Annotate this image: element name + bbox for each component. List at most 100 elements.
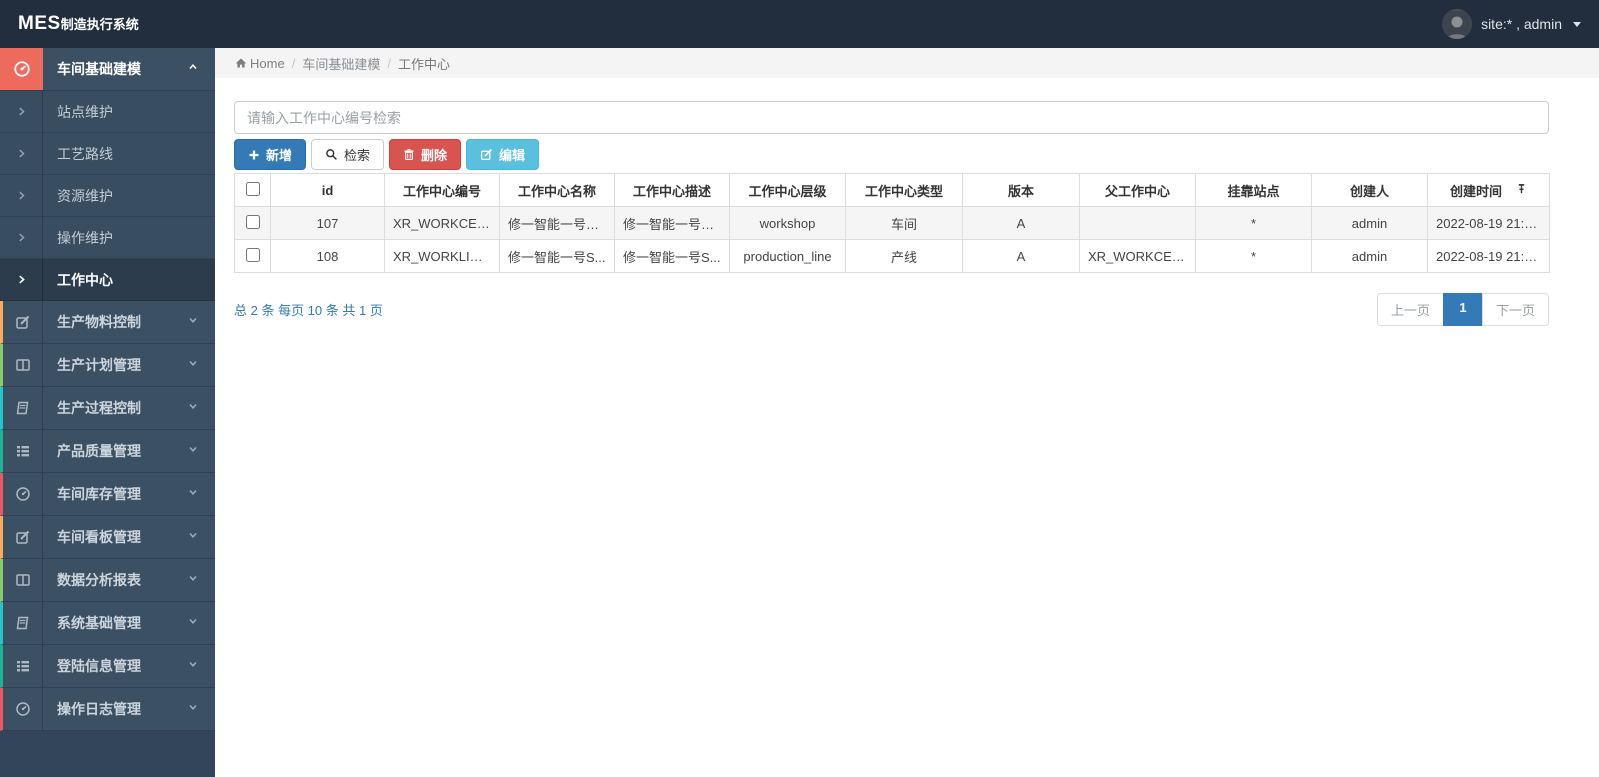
cell-parent: XR_WORKCEN... (1079, 239, 1196, 273)
plus-icon (249, 150, 259, 159)
chevron-down-icon (187, 442, 199, 460)
table-footer: 总 2 条 每页 10 条 共 1 页 上一页 1 下一页 (234, 293, 1549, 326)
sidebar-group-data-reports[interactable]: 数据分析报表 (0, 559, 215, 602)
row-checkbox[interactable] (245, 214, 260, 229)
chevron-down-icon (187, 614, 199, 632)
sidebar-group-quality-management[interactable]: 产品质量管理 (0, 430, 215, 473)
cell-created: 2022-08-19 21:1... (1427, 206, 1550, 240)
sidebar-group-inventory-management[interactable]: 车间库存管理 (0, 473, 215, 516)
sidebar-item-site-maintenance[interactable]: 站点维护 (0, 91, 215, 133)
chevron-down-icon (187, 399, 199, 417)
sidebar-group-label: 车间看板管理 (57, 529, 141, 545)
sidebar-group-plan-management[interactable]: 生产计划管理 (0, 344, 215, 387)
sidebar-group-workshop-modeling[interactable]: 车间基础建模 (0, 48, 215, 91)
edit-button[interactable]: 编辑 (466, 139, 540, 170)
sidebar-group-label: 生产计划管理 (57, 357, 141, 373)
chevron-down-icon (187, 528, 199, 546)
add-button[interactable]: 新增 (234, 139, 307, 170)
topbar: MES 制造执行系统 site:* , admin (0, 0, 1599, 48)
chevron-down-icon (187, 313, 199, 331)
column-header-type: 工作中心类型 (845, 173, 963, 207)
dashboard-icon (3, 688, 43, 730)
sidebar-group-label: 车间库存管理 (57, 486, 141, 502)
cell-code: XR_WORKLINE... (384, 239, 500, 273)
next-page-button[interactable]: 下一页 (1481, 293, 1549, 326)
delete-button-label: 删除 (421, 148, 448, 163)
prev-page-button[interactable]: 上一页 (1376, 293, 1444, 326)
columns-icon (3, 559, 43, 601)
list-icon (3, 430, 43, 472)
chevron-right-icon (0, 175, 43, 216)
column-header-version: 版本 (962, 173, 1080, 207)
book-icon (3, 387, 43, 429)
sidebar-group-label: 生产过程控制 (57, 400, 141, 416)
sidebar-item-process-route[interactable]: 工艺路线 (0, 133, 215, 175)
sidebar-item-label: 站点维护 (57, 103, 113, 120)
sidebar-group-system-management[interactable]: 系统基础管理 (0, 602, 215, 645)
cell-desc: 修一智能一号S... (614, 239, 730, 273)
main-content: Home / 车间基础建模 / 工作中心 新增 检索 删除 编辑 (215, 48, 1599, 777)
sidebar-item-label: 操作维护 (57, 229, 113, 246)
book-icon (3, 602, 43, 644)
breadcrumb-home-label: Home (250, 55, 285, 71)
dashboard-icon (3, 473, 43, 515)
edit-icon (3, 301, 43, 343)
chevron-down-icon (187, 571, 199, 589)
sidebar-item-resource-maintenance[interactable]: 资源维护 (0, 175, 215, 217)
caret-down-icon (1573, 21, 1581, 27)
breadcrumb-current: 工作中心 (397, 56, 450, 72)
sidebar-group-process-control[interactable]: 生产过程控制 (0, 387, 215, 430)
page-1-button[interactable]: 1 (1442, 293, 1483, 326)
edit-icon (3, 516, 43, 558)
cell-level: workshop (729, 206, 846, 240)
user-dropdown[interactable]: site:* , admin (1442, 9, 1581, 39)
row-checkbox[interactable] (245, 247, 260, 262)
sidebar-group-login-info[interactable]: 登陆信息管理 (0, 645, 215, 688)
select-all-checkbox[interactable] (245, 181, 260, 196)
column-header-level: 工作中心层级 (729, 173, 846, 207)
cell-station: * (1195, 239, 1312, 273)
cell-station: * (1195, 206, 1312, 240)
sidebar-group-label: 产品质量管理 (57, 443, 141, 459)
sidebar-item-operation-maintenance[interactable]: 操作维护 (0, 217, 215, 259)
edit-button-label: 编辑 (499, 148, 526, 163)
cell-name: 修一智能一号S... (499, 239, 615, 273)
search-input[interactable] (234, 101, 1549, 134)
sidebar-item-label: 资源维护 (57, 187, 113, 204)
breadcrumb-level1: 车间基础建模 (302, 56, 381, 72)
table-header-row: id 工作中心编号 工作中心名称 工作中心描述 工作中心层级 工作中心类型 版本… (234, 173, 1550, 207)
sidebar-item-label: 工艺路线 (57, 145, 113, 162)
chevron-down-icon (187, 700, 199, 718)
brand-bold: MES (18, 13, 61, 34)
sidebar-group-label: 登陆信息管理 (57, 658, 141, 674)
pagination: 上一页 1 下一页 (1376, 293, 1549, 326)
sidebar-group-kanban-management[interactable]: 车间看板管理 (0, 516, 215, 559)
user-label: site:* , admin (1481, 16, 1562, 32)
cell-parent (1079, 206, 1196, 240)
sidebar-group-material-control[interactable]: 生产物料控制 (0, 301, 215, 344)
sidebar-group-label: 数据分析报表 (57, 572, 141, 588)
brand-rest: 制造执行系统 (60, 17, 139, 32)
pagination-summary: 总 2 条 每页 10 条 共 1 页 (234, 303, 383, 318)
cell-id: 108 (270, 239, 385, 273)
work-center-table: id 工作中心编号 工作中心名称 工作中心描述 工作中心层级 工作中心类型 版本… (234, 173, 1550, 273)
list-icon (3, 645, 43, 687)
columns-icon (3, 344, 43, 386)
user-avatar[interactable] (1442, 9, 1473, 39)
table-row[interactable]: 108 XR_WORKLINE... 修一智能一号S... 修一智能一号S...… (234, 239, 1550, 273)
breadcrumb-home-link[interactable]: Home (235, 56, 285, 71)
sidebar-item-work-center[interactable]: 工作中心 (0, 259, 215, 301)
sidebar-item-label: 工作中心 (57, 271, 113, 288)
cell-name: 修一智能一号车间 (499, 206, 615, 240)
table-row[interactable]: 107 XR_WORKCEN... 修一智能一号车间 修一智能一号车间 work… (234, 206, 1550, 240)
cell-created: 2022-08-19 21:1... (1427, 239, 1550, 273)
pin-icon[interactable] (1516, 183, 1527, 198)
sidebar-group-operation-log[interactable]: 操作日志管理 (0, 688, 215, 731)
delete-button[interactable]: 删除 (389, 139, 462, 170)
chevron-right-icon (0, 91, 43, 132)
search-button[interactable]: 检索 (311, 139, 385, 170)
sidebar-group-label: 操作日志管理 (57, 701, 141, 717)
app-logo: MES 制造执行系统 (18, 13, 139, 35)
toolbar: 新增 检索 删除 编辑 (234, 139, 1549, 170)
chevron-down-icon (187, 356, 199, 374)
